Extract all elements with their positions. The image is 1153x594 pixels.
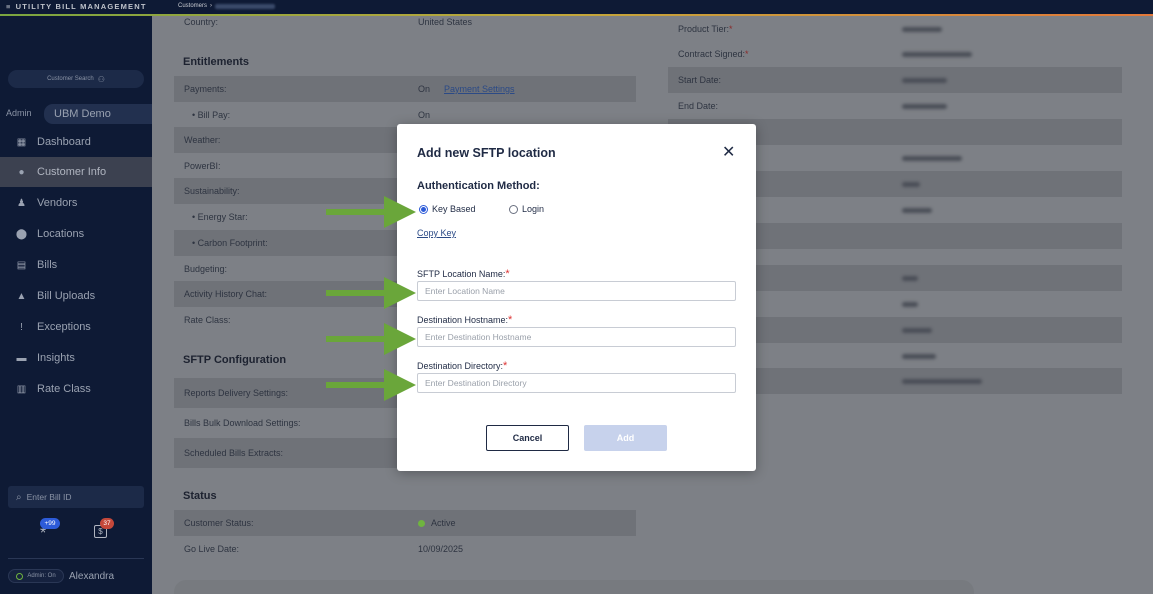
breadcrumb: Customers › bbox=[178, 3, 276, 9]
radio-selected-icon bbox=[419, 204, 428, 214]
destination-hostname-input[interactable]: Enter Destination Hostname bbox=[417, 327, 736, 347]
sftp-name-label: SFTP Location Name:* bbox=[417, 268, 510, 280]
sidebar-item-insights[interactable]: ▬ Insights bbox=[0, 343, 152, 373]
right-detail-row: Start Date: bbox=[668, 67, 1122, 93]
insights-icon: ▬ bbox=[16, 352, 27, 364]
green-arrow-icon bbox=[326, 369, 416, 401]
sftp-config-title: SFTP Configuration bbox=[183, 354, 287, 366]
add-sftp-location-modal: Add new SFTP location ✕ Authentication M… bbox=[397, 124, 756, 471]
entitlement-row: Payments: On Payment Settings bbox=[174, 76, 636, 102]
person-icon: ● bbox=[18, 166, 25, 178]
blurred-value bbox=[902, 327, 932, 333]
country-row: Country: United States bbox=[184, 17, 473, 27]
status-row: Go Live Date: 10/09/2025 bbox=[184, 544, 464, 554]
notification-badge: +99 bbox=[40, 518, 60, 529]
green-arrow-icon bbox=[326, 196, 416, 228]
rate-class-icon: ▥ bbox=[16, 383, 27, 395]
green-arrow-icon bbox=[326, 277, 416, 309]
logo-icon: ≡ bbox=[6, 2, 12, 11]
top-bar: ≡ UTILITY BILL MANAGEMENT Customers › bbox=[0, 0, 1153, 16]
green-arrow-icon bbox=[326, 323, 416, 355]
blurred-value bbox=[902, 155, 962, 161]
location-pin-icon: ⬤ bbox=[15, 228, 28, 240]
divider bbox=[8, 558, 144, 559]
breadcrumb-customer-name-blurred bbox=[215, 3, 276, 9]
customer-search-button[interactable]: Customer Search ⚇ bbox=[8, 70, 144, 88]
blurred-value bbox=[902, 181, 920, 187]
vendor-icon: ♟ bbox=[17, 197, 26, 209]
sidebar-item-exceptions[interactable]: ! Exceptions bbox=[0, 312, 152, 342]
blurred-value bbox=[902, 77, 947, 83]
entitlements-title: Entitlements bbox=[183, 56, 250, 68]
blurred-value bbox=[902, 26, 942, 32]
sidebar: Customer Search ⚇ Admin UBM Demo ▦ Dashbo… bbox=[0, 0, 152, 594]
blurred-value bbox=[902, 378, 982, 384]
sidebar-item-bills[interactable]: ▤ Bills bbox=[0, 250, 152, 280]
sidebar-item-dashboard[interactable]: ▦ Dashboard bbox=[0, 127, 152, 157]
app-logo[interactable]: ≡ UTILITY BILL MANAGEMENT bbox=[6, 2, 147, 11]
person-search-icon: ⚇ bbox=[97, 74, 105, 84]
close-icon[interactable]: ✕ bbox=[722, 142, 735, 162]
sidebar-item-bill-uploads[interactable]: ▲ Bill Uploads bbox=[0, 281, 152, 311]
right-detail-row: Product Tier:* bbox=[668, 16, 1122, 42]
blurred-value bbox=[902, 103, 947, 109]
radio-login[interactable]: Login bbox=[509, 204, 544, 214]
destination-directory-input[interactable]: Enter Destination Directory bbox=[417, 373, 736, 393]
sidebar-item-rate-class[interactable]: ▥ Rate Class bbox=[0, 374, 152, 404]
user-footer: Admin: On Alexandra bbox=[8, 569, 114, 583]
bottom-panel-edge bbox=[174, 580, 974, 594]
add-button[interactable]: Add bbox=[584, 425, 667, 451]
sidebar-item-vendors[interactable]: ♟ Vendors bbox=[0, 188, 152, 218]
blurred-value bbox=[902, 275, 918, 281]
bills-badge: 37 bbox=[100, 518, 114, 529]
blurred-value bbox=[902, 301, 918, 307]
dashboard-icon: ▦ bbox=[16, 136, 27, 148]
directory-label: Destination Directory:* bbox=[417, 360, 508, 372]
status-title: Status bbox=[183, 490, 217, 502]
status-row: Customer Status: Active bbox=[174, 510, 636, 536]
toggle-on-icon bbox=[16, 572, 24, 580]
sidebar-item-customer-info[interactable]: ● Customer Info bbox=[0, 157, 152, 187]
modal-title: Add new SFTP location bbox=[417, 146, 556, 160]
blurred-value bbox=[902, 51, 972, 57]
sidebar-item-locations[interactable]: ⬤ Locations bbox=[0, 219, 152, 249]
cancel-button[interactable]: Cancel bbox=[486, 425, 569, 451]
copy-key-link[interactable]: Copy Key bbox=[417, 228, 456, 238]
upload-icon: ▲ bbox=[16, 290, 27, 302]
client-selector[interactable]: UBM Demo bbox=[44, 104, 152, 124]
payment-settings-link[interactable]: Payment Settings bbox=[444, 84, 515, 94]
right-detail-row: Contract Signed:* bbox=[668, 41, 1122, 67]
bill-icon: ▤ bbox=[16, 259, 27, 271]
blurred-value bbox=[902, 353, 936, 359]
sftp-location-name-input[interactable]: Enter Location Name bbox=[417, 281, 736, 301]
search-icon: ⌕ bbox=[16, 491, 22, 503]
brand-stripe bbox=[0, 14, 1153, 16]
right-detail-row: End Date: bbox=[668, 93, 1122, 119]
bill-id-search[interactable]: ⌕ Enter Bill ID bbox=[8, 486, 144, 508]
active-status-dot bbox=[418, 519, 425, 527]
auth-method-title: Authentication Method: bbox=[417, 180, 540, 192]
radio-unselected-icon bbox=[509, 204, 518, 214]
radio-key-based[interactable]: Key Based bbox=[419, 204, 476, 214]
alert-icon: ! bbox=[20, 321, 23, 333]
user-name[interactable]: Alexandra bbox=[69, 571, 114, 582]
blurred-value bbox=[902, 207, 932, 213]
breadcrumb-customers[interactable]: Customers bbox=[178, 3, 207, 9]
admin-label: Admin bbox=[6, 108, 32, 118]
admin-toggle[interactable]: Admin: On bbox=[8, 569, 64, 583]
hostname-label: Destination Hostname:* bbox=[417, 314, 513, 326]
